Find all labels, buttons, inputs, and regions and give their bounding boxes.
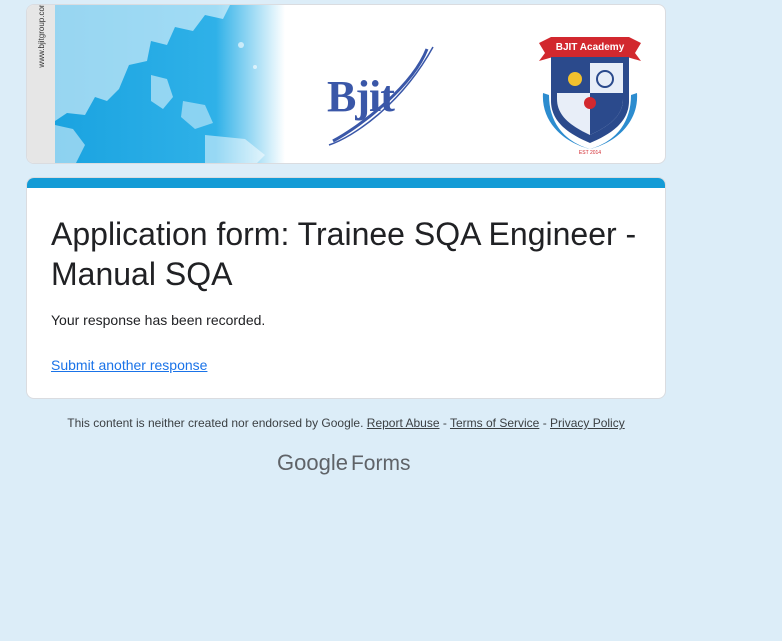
academy-crest-name-text: BJIT Academy [556, 42, 625, 53]
footer-disclaimer-text: This content is neither created nor endo… [67, 416, 364, 430]
world-map-image [55, 5, 285, 163]
terms-of-service-link[interactable]: Terms of Service [450, 416, 539, 430]
google-forms-logo[interactable]: Google Forms [277, 450, 410, 476]
bjit-academy-crest-logo: BJIT Academy EST 2014 [535, 31, 645, 156]
forms-wordmark: Forms [350, 452, 411, 475]
footer-separator: - [542, 416, 547, 430]
confirmation-card: Application form: Trainee SQA Engineer -… [26, 177, 666, 399]
banner-side-strip: www.bjitgroup.com [27, 5, 55, 163]
report-abuse-link[interactable]: Report Abuse [367, 416, 440, 430]
bjit-logo: Bjit [323, 45, 438, 151]
privacy-policy-link[interactable]: Privacy Policy [550, 416, 625, 430]
header-banner: www.bjitgroup.com Bjit BJIT Academy EST … [26, 4, 666, 164]
academy-crest-est-text: EST 2014 [579, 150, 601, 156]
page: www.bjitgroup.com Bjit BJIT Academy EST … [0, 0, 782, 641]
submit-another-response-link[interactable]: Submit another response [51, 357, 207, 373]
card-accent-bar [27, 178, 665, 188]
google-wordmark: Google [277, 450, 348, 475]
banner-url-label: www.bjitgroup.com [36, 4, 46, 68]
form-title: Application form: Trainee SQA Engineer -… [51, 216, 637, 292]
confirmation-message: Your response has been recorded. [51, 312, 266, 328]
bjit-logo-text: Bjit [327, 72, 395, 121]
footer-disclaimer: This content is neither created nor endo… [0, 416, 692, 430]
footer-separator: - [442, 416, 447, 430]
